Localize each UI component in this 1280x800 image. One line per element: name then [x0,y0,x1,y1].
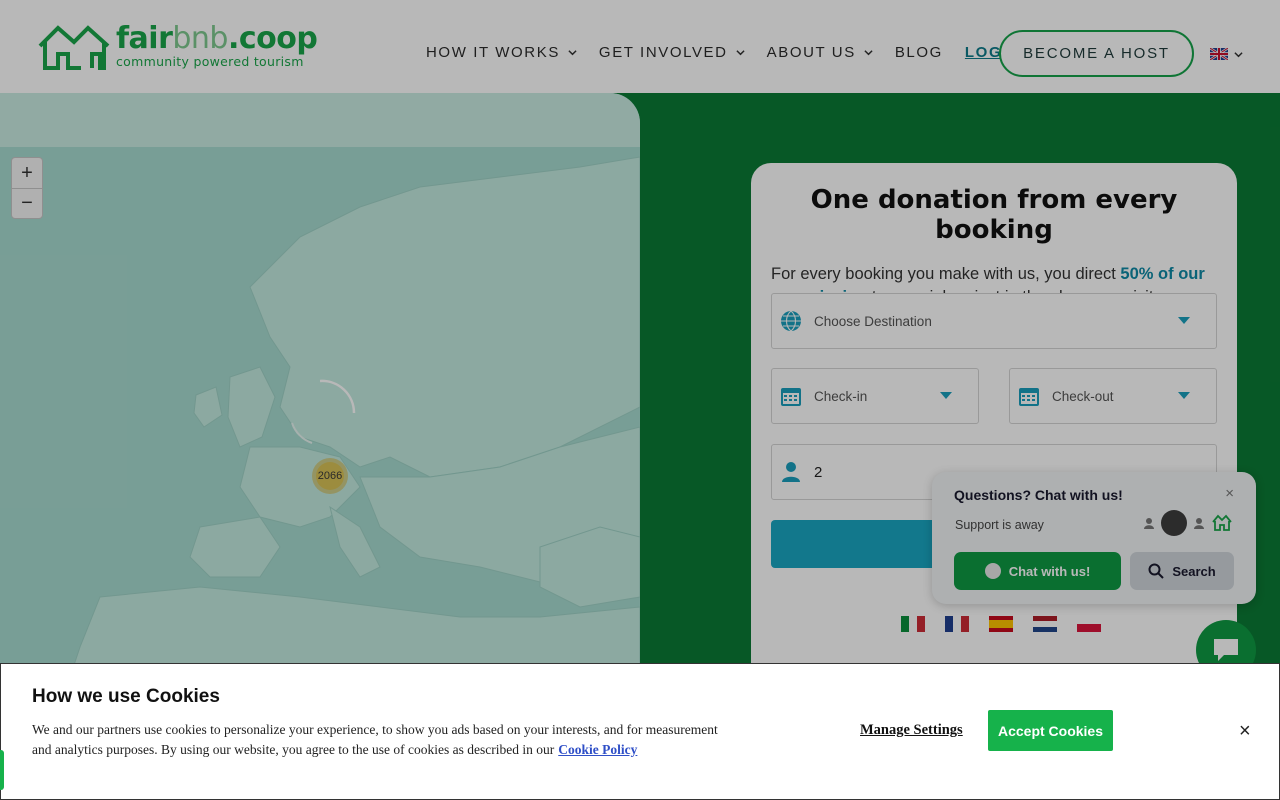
chevron-down-icon [1234,51,1243,57]
uk-flag-icon [1210,48,1228,60]
france-flag-icon[interactable] [945,616,969,632]
become-a-host-button[interactable]: BECOME A HOST [999,30,1194,77]
chevron-down-icon [736,50,745,56]
chat-close-button[interactable]: × [1225,485,1234,502]
booking-title: One donation from every booking [810,185,1178,245]
booking-card: One donation from every booking For ever… [751,163,1237,683]
nav-blog[interactable]: BLOG [895,44,943,61]
logo-tagline: community powered tourism [116,54,304,69]
checkin-field[interactable]: Check-in [771,368,979,424]
chat-bubble-icon [984,563,1001,579]
calendar-icon [781,388,801,406]
chat-title: Questions? Chat with us! [954,487,1123,503]
spain-flag-icon[interactable] [989,616,1013,632]
zoom-out-button[interactable]: − [12,188,42,218]
main-nav: HOW IT WORKS GET INVOLVED ABOUT US BLOG … [426,44,1042,61]
loading-spinner-icon [291,379,356,444]
map-zoom-control: + − [11,157,43,219]
manage-settings-link[interactable]: Manage Settings [860,722,963,739]
cookie-title: How we use Cookies [32,686,220,707]
destination-select[interactable]: Choose Destination [771,293,1217,349]
agent-avatar-icon [1194,518,1204,529]
house-logo-icon [38,25,110,70]
language-selector[interactable] [1210,48,1243,60]
support-avatars [1137,510,1233,536]
chat-icon [1214,639,1238,661]
chevron-down-icon [864,50,873,56]
caret-down-icon [940,392,952,399]
cookie-close-button[interactable]: × [1239,720,1251,743]
caret-down-icon [1178,317,1190,324]
agent-avatar-icon [1144,518,1154,529]
zoom-in-button[interactable]: + [12,158,42,188]
side-tab-handle[interactable] [0,750,4,790]
agent-photo-avatar [1161,510,1187,536]
calendar-icon [1019,388,1039,406]
language-flags [901,616,1121,632]
map-cluster-marker[interactable]: 2066 [312,458,348,494]
search-icon [1148,563,1165,579]
site-header: fairbnb.coop community powered tourism H… [0,0,1280,93]
netherlands-flag-icon[interactable] [1033,616,1057,632]
chat-search-button[interactable]: Search [1130,552,1234,590]
checkout-field[interactable]: Check-out [1009,368,1217,424]
person-icon [782,462,800,482]
nav-get-involved[interactable]: GET INVOLVED [599,44,745,61]
fairbnb-mini-logo-icon [1212,514,1232,531]
fairbnb-logo[interactable]: fairbnb.coop community powered tourism [36,21,318,72]
chat-status: Support is away [955,518,1044,532]
globe-icon [781,310,801,332]
cookie-text: We and our partners use cookies to perso… [32,722,718,757]
nav-how-it-works[interactable]: HOW IT WORKS [426,44,577,61]
caret-down-icon [1178,392,1190,399]
accept-cookies-button[interactable]: Accept Cookies [988,710,1113,751]
cookie-banner: How we use Cookies We and our partners u… [0,663,1280,800]
italy-flag-icon[interactable] [901,616,925,632]
chevron-down-icon [568,50,577,56]
map-top-band [0,93,640,147]
chat-popup: Questions? Chat with us! × Support is aw… [932,472,1256,604]
cookie-policy-link[interactable]: Cookie Policy [558,742,637,757]
nav-about-us[interactable]: ABOUT US [767,44,873,61]
logo-wordmark: fairbnb.coop [116,21,318,56]
chat-with-us-button[interactable]: Chat with us! [954,552,1121,590]
poland-flag-icon[interactable] [1077,616,1101,632]
